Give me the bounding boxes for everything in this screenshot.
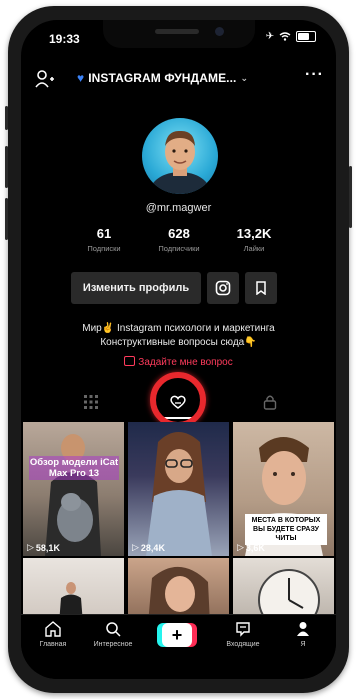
- view-count-value: 3,6K: [245, 542, 265, 553]
- nav-label: Я: [300, 641, 306, 648]
- volume-down-button: [5, 198, 8, 240]
- tab-private[interactable]: [263, 394, 277, 415]
- stat-label: Подписчики: [158, 244, 200, 253]
- thumbnail-image: [146, 432, 212, 556]
- stat-label: Лайки: [243, 244, 265, 253]
- edit-profile-button[interactable]: Изменить профиль: [71, 272, 201, 304]
- home-icon: [45, 621, 61, 637]
- nav-inbox[interactable]: Входящие: [213, 621, 273, 648]
- phone-screen: 19:33 ✈ ♥ INSTAGRAM ФУНДАМЕ... ⌄ ··· @mr…: [21, 20, 336, 679]
- account-name: INSTAGRAM ФУНДАМЕ...: [88, 71, 237, 85]
- play-icon: ▷: [237, 542, 244, 552]
- nav-label: Интересное: [93, 641, 133, 648]
- play-icon: ▷: [132, 542, 139, 552]
- notch: [103, 20, 255, 48]
- play-icon: ▷: [27, 542, 34, 552]
- grid-icon: [84, 395, 98, 409]
- volume-up-button: [5, 146, 8, 188]
- video-caption: Обзор модели iCat Max Pro 13: [29, 456, 119, 480]
- stat-label: Подписки: [87, 244, 121, 253]
- stat-following[interactable]: 61 Подписки: [69, 226, 139, 253]
- instagram-icon: [215, 280, 231, 296]
- view-count: ▷ 28,4K: [132, 542, 165, 553]
- airplane-icon: ✈: [265, 31, 274, 42]
- mute-switch: [5, 106, 8, 130]
- inbox-icon: [236, 622, 250, 637]
- video-grid: Обзор модели iCat Max Pro 13 ▷ 58,1K ▷ 28,…: [23, 422, 334, 624]
- battery-icon: [296, 31, 316, 42]
- status-icons: ✈: [266, 31, 316, 42]
- view-count-value: 28,4K: [140, 542, 165, 553]
- wifi-icon: [279, 32, 291, 41]
- profile-icon: [297, 622, 309, 636]
- tab-videos[interactable]: [83, 394, 99, 415]
- favorites-button[interactable]: [245, 272, 277, 304]
- view-count: ▷ 3,6K: [237, 542, 265, 553]
- stat-followers[interactable]: 628 Подписчики: [144, 226, 214, 253]
- stat-value: 13,2K: [236, 226, 272, 241]
- ask-question-label: Задайте мне вопрос: [138, 357, 233, 368]
- view-count: ▷ 58,1K: [27, 542, 60, 553]
- thumbnail-image: [45, 434, 101, 556]
- plus-icon: +: [162, 623, 192, 647]
- nav-home[interactable]: Главная: [23, 621, 83, 648]
- stat-value: 61: [96, 226, 112, 241]
- view-count-value: 58,1K: [35, 542, 60, 553]
- search-icon: [106, 622, 121, 637]
- question-icon: [124, 356, 136, 366]
- nav-discover[interactable]: Интересное: [83, 621, 143, 648]
- lock-icon: [263, 395, 277, 410]
- avatar-portrait: [150, 130, 210, 194]
- add-user-icon[interactable]: [35, 70, 55, 93]
- speaker: [155, 29, 199, 34]
- video-caption: МЕСТА В КОТОРЫХ ВЫ БУДЕТЕ СРАЗУ ЧИТЫ: [245, 514, 327, 545]
- stat-likes[interactable]: 13,2K Лайки: [219, 226, 289, 253]
- create-button[interactable]: +: [157, 623, 197, 647]
- blue-heart-icon: ♥: [77, 71, 85, 85]
- more-options-icon[interactable]: ···: [305, 66, 324, 84]
- nav-label: Главная: [39, 641, 67, 648]
- profile-actions: Изменить профиль: [71, 272, 277, 304]
- username: @mr.magwer: [145, 202, 212, 214]
- highlight-ring: [150, 372, 206, 428]
- chevron-down-icon: ⌄: [240, 72, 249, 83]
- status-time: 19:33: [49, 32, 80, 46]
- nav-me[interactable]: Я: [273, 621, 333, 648]
- avatar[interactable]: [142, 118, 218, 194]
- nav-label: Входящие: [226, 641, 260, 648]
- bio-line: Мир✌️ Instagram психологи и маркетинга: [82, 323, 275, 334]
- stat-value: 628: [168, 226, 190, 241]
- bookmark-icon: [256, 281, 266, 295]
- ask-question-link[interactable]: Задайте мне вопрос: [21, 356, 336, 368]
- video-thumbnail[interactable]: ▷ 28,4K: [128, 422, 229, 556]
- power-button: [349, 166, 352, 228]
- front-camera: [215, 27, 224, 36]
- bio: Мир✌️ Instagram психологи и маркетинга К…: [21, 322, 336, 350]
- instagram-link-button[interactable]: [207, 272, 239, 304]
- bottom-nav: Главная Интересное + Входящие Я: [21, 614, 336, 679]
- stats-row: 61 Подписки 628 Подписчики 13,2K Лайки: [69, 226, 289, 253]
- profile-header: ♥ INSTAGRAM ФУНДАМЕ... ⌄ ···: [21, 66, 336, 92]
- bio-line: Конструктивные вопросы сюда👇: [100, 337, 257, 348]
- account-switcher[interactable]: ♥ INSTAGRAM ФУНДАМЕ... ⌄: [77, 71, 248, 85]
- video-thumbnail[interactable]: МЕСТА В КОТОРЫХ ВЫ БУДЕТЕ СРАЗУ ЧИТЫ ▷ 3,…: [233, 422, 334, 556]
- video-thumbnail[interactable]: Обзор модели iCat Max Pro 13 ▷ 58,1K: [23, 422, 124, 556]
